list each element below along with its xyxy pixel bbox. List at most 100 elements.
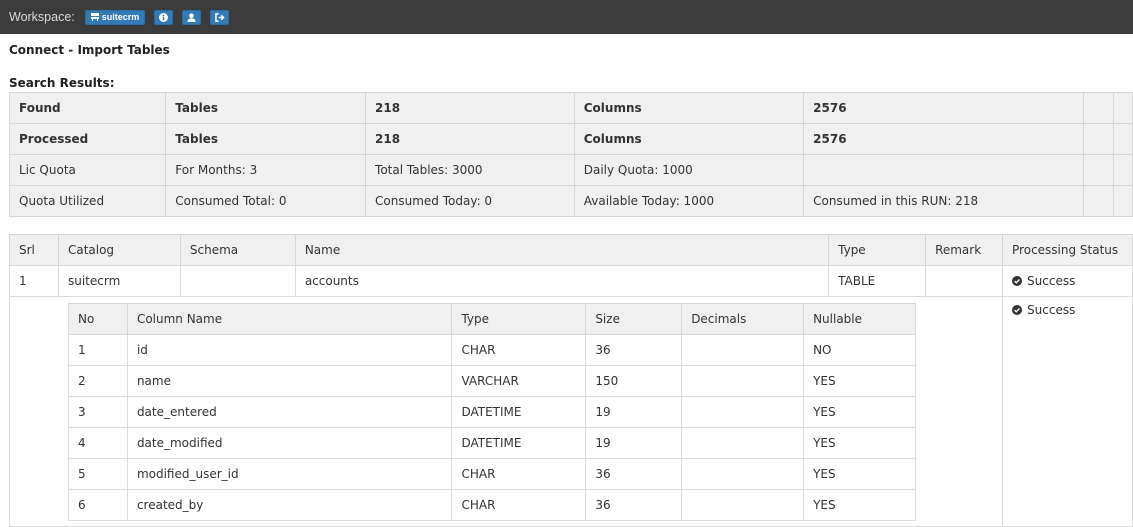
column-decimals [681, 396, 805, 428]
table-row: 1 id CHAR 36 NO [68, 334, 916, 366]
summary-cell [1112, 92, 1133, 124]
remark-cell [925, 265, 1004, 297]
schema-cell [179, 265, 296, 297]
column-type: VARCHAR [451, 365, 587, 397]
search-results-title: Search Results: [9, 76, 115, 90]
column-no: 1 [68, 334, 128, 366]
type-cell: TABLE [828, 265, 927, 297]
column-decimals [681, 489, 805, 521]
summary-cell: Available Today: 1000 [573, 185, 805, 217]
info-button[interactable] [154, 9, 174, 25]
column-header[interactable]: Catalog [57, 234, 181, 266]
workspace-label: Workspace: [9, 10, 75, 24]
summary-cell: Consumed Total: 0 [165, 185, 367, 217]
summary-cell [1083, 123, 1114, 155]
summary-table: Found Tables 218 Columns 2576 Processed … [8, 92, 1133, 217]
column-header[interactable]: Decimals [681, 303, 805, 335]
summary-cell: Quota Utilized [8, 185, 167, 217]
column-type: CHAR [451, 458, 587, 490]
column-header[interactable]: Name [294, 234, 830, 266]
columns-table: No Column Name Type Size Decimals Nullab… [68, 303, 916, 521]
summary-cell: Lic Quota [8, 154, 167, 186]
workspace-name: suitecrm [101, 12, 140, 22]
column-nullable: YES [803, 489, 916, 521]
summary-cell [1112, 185, 1133, 217]
summary-cell: 218 [365, 92, 575, 124]
summary-cell: Consumed Today: 0 [365, 185, 575, 217]
summary-cell: Daily Quota: 1000 [573, 154, 805, 186]
status-badge: Success [1012, 303, 1075, 317]
summary-cell: Processed [8, 123, 167, 155]
column-no: 3 [68, 396, 128, 428]
user-icon [187, 12, 196, 22]
summary-cell [1083, 154, 1114, 186]
summary-row-found: Found Tables 218 Columns 2576 [8, 92, 1133, 124]
column-name: modified_user_id [126, 458, 453, 490]
summary-row-processed: Processed Tables 218 Columns 2576 [8, 123, 1133, 155]
column-header[interactable]: Type [451, 303, 587, 335]
column-nullable: YES [803, 427, 916, 459]
column-no: 2 [68, 365, 128, 397]
summary-row-quota-utilized: Quota Utilized Consumed Total: 0 Consume… [8, 185, 1133, 217]
column-name: name [126, 365, 453, 397]
summary-cell [1083, 185, 1114, 217]
column-decimals [681, 365, 805, 397]
summary-cell: Tables [165, 123, 367, 155]
summary-cell: 2576 [803, 123, 1085, 155]
status-text: Success [1027, 303, 1076, 317]
workspace-button[interactable]: suitecrm [84, 9, 146, 25]
summary-cell [1112, 123, 1133, 155]
column-size: 19 [585, 427, 683, 459]
detail-status-cell: Success [1002, 296, 1133, 527]
table-row: 5 modified_user_id CHAR 36 YES [68, 458, 916, 490]
column-header[interactable]: No [68, 303, 128, 335]
summary-cell: 218 [365, 123, 575, 155]
summary-cell: Tables [165, 92, 367, 124]
name-cell: accounts [294, 265, 830, 297]
table-row: 6 created_by CHAR 36 YES [68, 489, 916, 521]
check-circle-icon [1012, 275, 1023, 286]
column-size: 36 [585, 489, 683, 521]
sign-out-button[interactable] [210, 9, 230, 25]
table-row[interactable]: 1 suitecrm accounts TABLE Success [9, 265, 1133, 297]
column-header[interactable]: Type [828, 234, 927, 266]
column-nullable: YES [803, 458, 916, 490]
summary-row-lic-quota: Lic Quota For Months: 3 Total Tables: 30… [8, 154, 1133, 186]
column-decimals [681, 427, 805, 459]
summary-cell: Columns [573, 92, 805, 124]
column-header[interactable]: Column Name [126, 303, 453, 335]
check-circle-icon [1012, 305, 1023, 315]
info-icon [159, 12, 169, 22]
column-header[interactable]: Nullable [803, 303, 916, 335]
column-size: 150 [585, 365, 683, 397]
user-button[interactable] [182, 9, 202, 25]
column-nullable: NO [803, 334, 916, 366]
column-decimals [681, 458, 805, 490]
column-name: id [126, 334, 453, 366]
table-row: 3 date_entered DATETIME 19 YES [68, 396, 916, 428]
summary-cell [803, 154, 1085, 186]
columns-header-row: No Column Name Type Size Decimals Nullab… [68, 303, 916, 335]
srl-cell: 1 [9, 265, 59, 297]
table-row: 2 name VARCHAR 150 YES [68, 365, 916, 397]
column-size: 19 [585, 396, 683, 428]
column-header[interactable]: Remark [925, 234, 1004, 266]
summary-cell: Consumed in this RUN: 218 [803, 185, 1085, 217]
summary-cell: Total Tables: 3000 [365, 154, 575, 186]
column-header[interactable]: Processing Status [1002, 234, 1133, 266]
summary-cell: 2576 [803, 92, 1085, 124]
column-no: 5 [68, 458, 128, 490]
column-header[interactable]: Schema [179, 234, 296, 266]
sign-out-icon [215, 12, 225, 22]
status-cell: Success [1002, 265, 1133, 297]
summary-cell [1083, 92, 1114, 124]
column-size: 36 [585, 458, 683, 490]
status-text: Success [1027, 273, 1076, 288]
column-header[interactable]: Srl [9, 234, 59, 266]
column-header[interactable]: Size [585, 303, 683, 335]
summary-cell: For Months: 3 [165, 154, 367, 186]
column-nullable: YES [803, 365, 916, 397]
column-name: date_modified [126, 427, 453, 459]
column-type: DATETIME [451, 427, 587, 459]
results-header-row: Srl Catalog Schema Name Type Remark Proc… [9, 234, 1133, 266]
